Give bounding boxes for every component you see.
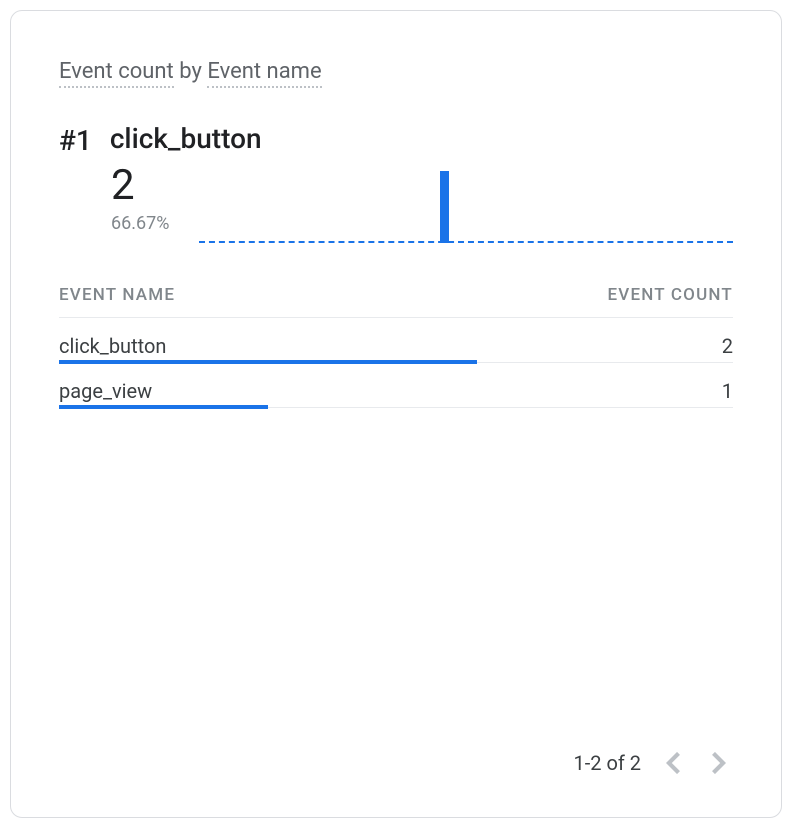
header-event-count: EVENT COUNT <box>607 285 733 305</box>
highlight-rank: #1 <box>59 122 92 157</box>
table-header: EVENT NAME EVENT COUNT <box>59 275 733 318</box>
metric-link[interactable]: Event count <box>59 59 174 88</box>
sparkline-chart <box>199 167 733 247</box>
sparkline-bar <box>440 171 449 243</box>
highlight-name: click_button <box>110 122 262 155</box>
row-event-count: 1 <box>722 379 733 403</box>
highlight-percent: 66.67% <box>111 213 169 234</box>
row-event-count: 2 <box>722 334 733 358</box>
table-row[interactable]: page_view 1 <box>59 363 733 408</box>
chevron-right-icon <box>712 752 726 774</box>
title-by: by <box>179 59 202 84</box>
header-event-name: EVENT NAME <box>59 285 175 305</box>
highlight-value: 2 <box>111 163 169 209</box>
highlight-header: #1 click_button <box>59 122 733 157</box>
card-title: Event count by Event name <box>59 59 733 84</box>
highlight-block: 2 66.67% <box>111 163 733 247</box>
row-event-name: page_view <box>59 379 152 403</box>
table-body: click_button 2 page_view 1 <box>59 318 733 408</box>
pagination: 1-2 of 2 <box>573 749 733 777</box>
highlight-stats: 2 66.67% <box>111 163 169 234</box>
prev-page-button[interactable] <box>659 749 687 777</box>
sparkline-axis <box>199 241 733 243</box>
row-event-name: click_button <box>59 334 166 358</box>
chevron-left-icon <box>666 752 680 774</box>
table-row[interactable]: click_button 2 <box>59 318 733 363</box>
row-bar <box>59 405 268 409</box>
analytics-card: Event count by Event name #1 click_butto… <box>10 10 782 818</box>
dimension-link[interactable]: Event name <box>207 59 321 88</box>
next-page-button[interactable] <box>705 749 733 777</box>
pagination-label: 1-2 of 2 <box>573 751 641 775</box>
